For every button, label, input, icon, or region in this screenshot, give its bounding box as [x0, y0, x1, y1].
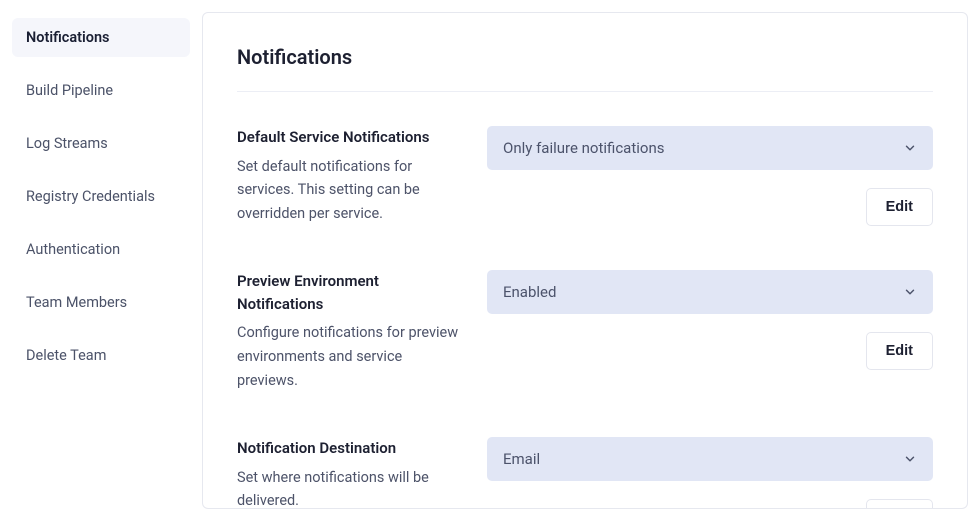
edit-button[interactable]: Edit	[866, 332, 933, 370]
setting-description: Set where notifications will be delivere…	[237, 466, 459, 509]
sidebar-item-label: Notifications	[26, 29, 110, 46]
sidebar-item-notifications[interactable]: Notifications	[12, 18, 190, 57]
setting-info: Default Service Notifications Set defaul…	[237, 126, 459, 226]
setting-preview-environment-notifications: Preview Environment Notifications Config…	[237, 270, 933, 393]
sidebar-item-label: Registry Credentials	[26, 188, 155, 205]
setting-notification-destination: Notification Destination Set where notif…	[237, 437, 933, 509]
select-value: Only failure notifications	[503, 139, 664, 157]
sidebar-item-log-streams[interactable]: Log Streams	[12, 124, 190, 163]
chevron-down-icon	[903, 285, 917, 299]
sidebar-item-build-pipeline[interactable]: Build Pipeline	[12, 71, 190, 110]
edit-button[interactable]: Edit	[866, 188, 933, 226]
sidebar-item-label: Team Members	[26, 294, 127, 311]
setting-default-service-notifications: Default Service Notifications Set defaul…	[237, 126, 933, 226]
sidebar-item-label: Build Pipeline	[26, 82, 113, 99]
setting-label: Default Service Notifications	[237, 126, 459, 149]
setting-description: Configure notifications for preview envi…	[237, 321, 459, 393]
sidebar-item-label: Delete Team	[26, 347, 106, 364]
setting-controls: Enabled Edit	[487, 270, 933, 370]
default-service-notifications-select[interactable]: Only failure notifications	[487, 126, 933, 170]
setting-description: Set default notifications for services. …	[237, 155, 459, 227]
sidebar: Notifications Build Pipeline Log Streams…	[12, 12, 202, 509]
select-value: Email	[503, 450, 540, 468]
notification-destination-select[interactable]: Email	[487, 437, 933, 481]
sidebar-item-registry-credentials[interactable]: Registry Credentials	[12, 177, 190, 216]
setting-controls: Only failure notifications Edit	[487, 126, 933, 226]
page-title: Notifications	[237, 45, 933, 92]
sidebar-item-delete-team[interactable]: Delete Team	[12, 336, 190, 375]
edit-button[interactable]: Edit	[866, 499, 933, 509]
sidebar-item-team-members[interactable]: Team Members	[12, 283, 190, 322]
select-value: Enabled	[503, 283, 556, 301]
preview-environment-notifications-select[interactable]: Enabled	[487, 270, 933, 314]
setting-info: Preview Environment Notifications Config…	[237, 270, 459, 393]
chevron-down-icon	[903, 452, 917, 466]
setting-label: Preview Environment Notifications	[237, 270, 459, 315]
sidebar-item-label: Authentication	[26, 241, 120, 258]
chevron-down-icon	[903, 141, 917, 155]
setting-info: Notification Destination Set where notif…	[237, 437, 459, 509]
sidebar-item-authentication[interactable]: Authentication	[12, 230, 190, 269]
main-panel: Notifications Default Service Notificati…	[202, 12, 968, 509]
sidebar-item-label: Log Streams	[26, 135, 108, 152]
setting-controls: Email Edit	[487, 437, 933, 509]
setting-label: Notification Destination	[237, 437, 459, 460]
